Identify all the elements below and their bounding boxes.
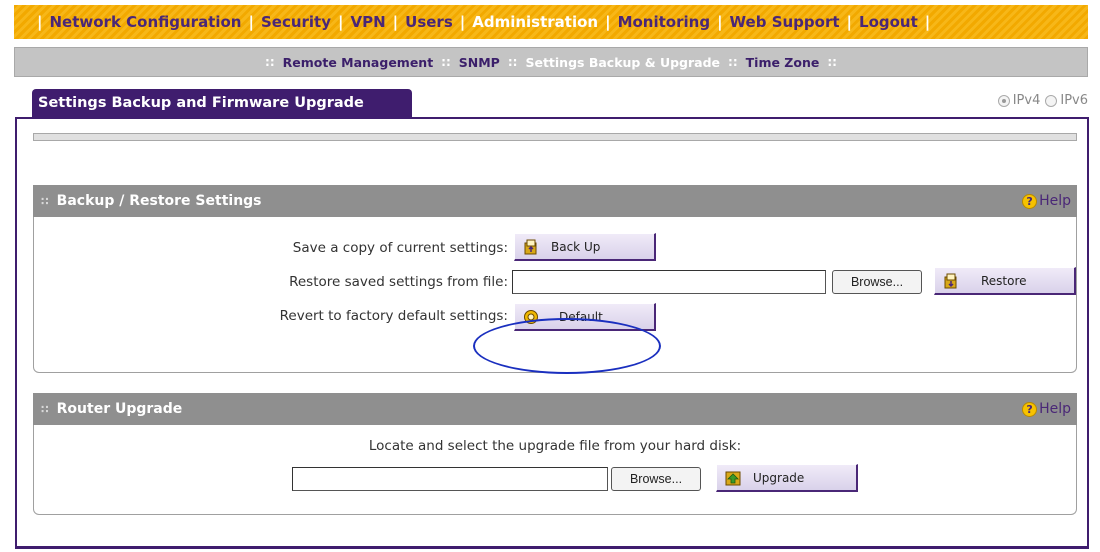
help-label: Help bbox=[1039, 401, 1071, 417]
upgrade-button[interactable]: Upgrade bbox=[716, 464, 858, 492]
upgrade-browse-button[interactable]: Browse... bbox=[611, 467, 701, 491]
subnav-separator: :: bbox=[441, 55, 451, 69]
nav-vpn[interactable]: VPN bbox=[351, 13, 386, 31]
backup-restore-body: Save a copy of current settings: Back Up… bbox=[33, 217, 1077, 373]
help-label: Help bbox=[1039, 193, 1071, 209]
grip-icon: ∷ bbox=[41, 194, 49, 208]
nav-separator: | bbox=[605, 13, 611, 31]
default-button-label: Default bbox=[559, 309, 603, 324]
restore-browse-button[interactable]: Browse... bbox=[832, 270, 922, 294]
subnav-separator: :: bbox=[728, 55, 738, 69]
ipv4-radio[interactable] bbox=[997, 94, 1010, 107]
upgrade-instruction: Locate and select the upgrade file from … bbox=[368, 438, 742, 454]
main-panel: ∷ Backup / Restore Settings ? Help Save … bbox=[15, 117, 1089, 549]
grip-icon: ∷ bbox=[41, 402, 49, 416]
upgrade-button-label: Upgrade bbox=[753, 470, 805, 485]
restore-settings-label: Restore saved settings from file: bbox=[289, 274, 508, 290]
upgrade-icon bbox=[725, 471, 741, 485]
ipv6-radio[interactable] bbox=[1045, 94, 1058, 107]
upgrade-help-link[interactable]: ? Help bbox=[1022, 401, 1071, 417]
save-settings-label: Save a copy of current settings: bbox=[292, 240, 508, 256]
backup-button[interactable]: Back Up bbox=[514, 233, 656, 261]
subnav-separator: :: bbox=[507, 55, 518, 69]
backup-icon bbox=[524, 239, 537, 254]
backup-restore-header: ∷ Backup / Restore Settings ? Help bbox=[33, 185, 1077, 217]
backup-restore-title: Backup / Restore Settings bbox=[56, 193, 262, 209]
ipv6-label: IPv6 bbox=[1060, 93, 1088, 108]
nav-administration[interactable]: Administration bbox=[472, 13, 598, 31]
backup-button-label: Back Up bbox=[551, 239, 601, 254]
help-icon: ? bbox=[1022, 401, 1038, 417]
subnav-remote-management[interactable]: Remote Management bbox=[283, 55, 434, 70]
help-icon: ? bbox=[1022, 193, 1038, 209]
ip-version-toggle: IPv4 IPv6 bbox=[993, 93, 1088, 108]
status-bar bbox=[33, 133, 1077, 141]
subnav-snmp[interactable]: SNMP bbox=[459, 55, 500, 70]
nav-network-configuration[interactable]: Network Configuration bbox=[49, 13, 241, 31]
page-title-tab: Settings Backup and Firmware Upgrade bbox=[32, 89, 412, 117]
nav-separator: | bbox=[248, 13, 254, 31]
nav-logout[interactable]: Logout bbox=[859, 13, 918, 31]
default-button[interactable]: Default bbox=[514, 303, 656, 331]
nav-security[interactable]: Security bbox=[261, 13, 331, 31]
sub-navigation: :: Remote Management :: SNMP :: Settings… bbox=[14, 47, 1088, 77]
nav-separator: | bbox=[717, 13, 723, 31]
ipv4-label: IPv4 bbox=[1012, 93, 1041, 108]
nav-web-support[interactable]: Web Support bbox=[730, 13, 840, 31]
upgrade-file-input[interactable] bbox=[292, 467, 608, 491]
nav-separator: | bbox=[338, 13, 344, 31]
restore-button-label: Restore bbox=[981, 273, 1027, 288]
nav-users[interactable]: Users bbox=[405, 13, 453, 31]
backup-help-link[interactable]: ? Help bbox=[1022, 193, 1071, 209]
revert-settings-label: Revert to factory default settings: bbox=[279, 308, 508, 324]
router-upgrade-header: ∷ Router Upgrade ? Help bbox=[33, 393, 1077, 425]
subnav-separator: :: bbox=[827, 55, 837, 69]
nav-separator: | bbox=[846, 13, 853, 31]
nav-separator: | bbox=[459, 13, 466, 31]
router-upgrade-title: Router Upgrade bbox=[56, 401, 183, 417]
restore-file-input[interactable] bbox=[512, 270, 826, 294]
nav-separator: | bbox=[392, 13, 399, 31]
top-navigation: | Network Configuration | Security | VPN… bbox=[14, 5, 1088, 39]
restore-button[interactable]: Restore bbox=[934, 267, 1076, 295]
subnav-separator: :: bbox=[265, 55, 275, 69]
default-icon bbox=[524, 309, 538, 324]
subnav-time-zone[interactable]: Time Zone bbox=[746, 55, 820, 70]
nav-separator: | bbox=[924, 13, 931, 31]
subnav-settings-backup-upgrade[interactable]: Settings Backup & Upgrade bbox=[525, 55, 720, 70]
nav-separator: | bbox=[37, 13, 43, 31]
router-upgrade-body: Locate and select the upgrade file from … bbox=[33, 425, 1077, 515]
nav-monitoring[interactable]: Monitoring bbox=[618, 13, 710, 31]
restore-icon bbox=[944, 273, 957, 288]
